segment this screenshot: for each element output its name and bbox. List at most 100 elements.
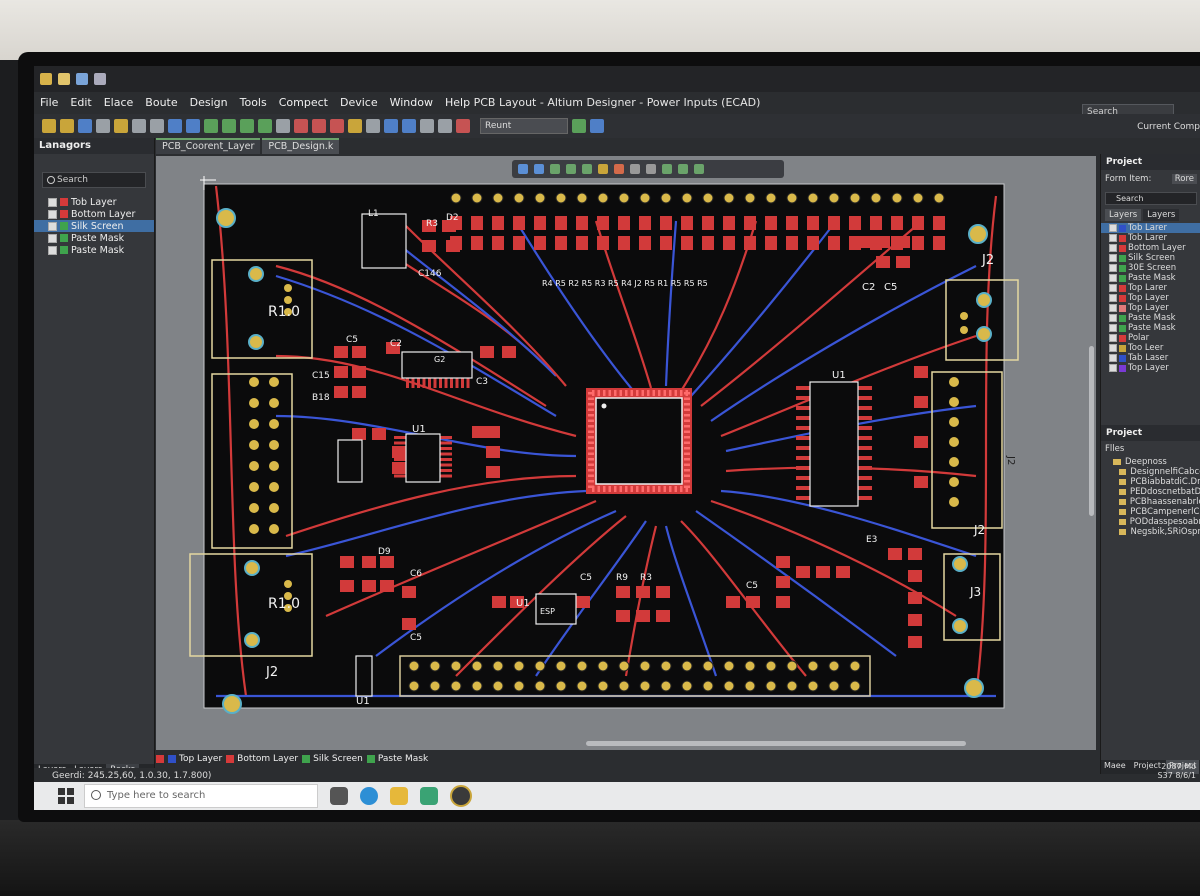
task-view-icon[interactable] [330,787,348,805]
visibility-checkbox[interactable] [48,221,57,231]
project-file-item[interactable]: PCBiabbatdiC.DnF [1101,477,1200,487]
undo-icon[interactable] [94,73,106,85]
right-layer-row[interactable]: Top Larer [1101,283,1200,293]
visibility-checkbox[interactable] [1109,274,1117,282]
visibility-checkbox[interactable] [1109,234,1117,242]
visibility-checkbox[interactable] [1109,264,1117,272]
windows-start-icon[interactable] [58,788,74,804]
new-icon[interactable] [42,119,56,133]
place-icon[interactable] [222,119,236,133]
project-file-item[interactable]: PCBCampenerlC.C [1101,507,1200,517]
visibility-checkbox[interactable] [1109,254,1117,262]
right-layer-row[interactable]: Top Layer [1101,303,1200,313]
right-layer-row[interactable]: Paste Mask [1101,313,1200,323]
undo-icon[interactable] [168,119,182,133]
layer-row[interactable]: Paste Mask [34,244,154,256]
right-layer-row[interactable]: 30E Screen [1101,263,1200,273]
right-layer-row[interactable]: Paste Mask [1101,273,1200,283]
altium-icon[interactable] [450,785,472,807]
component-icon[interactable] [240,119,254,133]
visibility-checkbox[interactable] [1109,354,1117,362]
vertical-scrollbar[interactable] [1089,346,1094,516]
project-file-item[interactable]: Deepnoss [1101,457,1200,467]
visibility-checkbox[interactable] [1109,224,1117,232]
layer-panel-tab[interactable]: Layers [1143,209,1180,221]
save-icon[interactable] [78,119,92,133]
track-icon[interactable] [294,119,308,133]
redo-icon[interactable] [186,119,200,133]
right-layer-row[interactable]: Tob Larer [1101,233,1200,243]
project-file-item[interactable]: Negsbik,SRiOspre [1101,527,1200,537]
tray-date[interactable]: S37 8/6/1 [1158,771,1196,780]
layer-tab[interactable]: Paste Mask [366,754,428,764]
right-layer-row[interactable]: Tab Laser [1101,353,1200,363]
copy-icon[interactable] [150,119,164,133]
visibility-checkbox[interactable] [48,197,57,207]
grid-icon[interactable] [258,119,272,133]
via-icon[interactable] [330,119,344,133]
select-icon[interactable] [276,119,290,133]
visibility-checkbox[interactable] [1109,304,1117,312]
edge-icon[interactable] [360,787,378,805]
tray-time[interactable]: 2087 Mo [1158,762,1196,771]
pad-icon[interactable] [348,119,362,133]
layer-row[interactable]: Paste Mask [34,232,154,244]
current-comp-label[interactable]: Current Comp [1137,122,1200,132]
layer-search-input[interactable]: Search [42,172,146,188]
cut-icon[interactable] [132,119,146,133]
help-icon[interactable] [590,119,604,133]
right-layer-row[interactable]: Paste Mask [1101,323,1200,333]
right-layer-row[interactable]: Top Layer [1101,363,1200,373]
visibility-checkbox[interactable] [1109,364,1117,372]
taskbar-search-input[interactable]: Type here to search [84,784,318,808]
project-file-item[interactable]: DesignnelfiCabcor [1101,467,1200,477]
store-icon[interactable] [420,787,438,805]
arc-icon[interactable] [312,119,326,133]
visibility-checkbox[interactable] [1109,334,1117,342]
mcu-chip[interactable] [595,397,683,485]
print-icon[interactable] [96,119,110,133]
right-layer-row[interactable]: Silk Screen [1101,253,1200,263]
save-icon[interactable] [76,73,88,85]
layer-row[interactable]: Tob Layer [34,196,154,208]
text-icon[interactable] [366,119,380,133]
open-folder-icon[interactable] [60,119,74,133]
settings-icon[interactable] [572,119,586,133]
project-file-item[interactable]: PODdasspesoabrGh [1101,517,1200,527]
open-icon[interactable] [58,73,70,85]
file-explorer-icon[interactable] [390,787,408,805]
pcb-canvas[interactable]: J2 J2 J2 J3 R1.0 R1.0 U1 U1 U1 U1 C5 C5 C5 C5 C2 C3 C15 B… [156,156,1096,750]
form-item-select[interactable]: Rore [1171,174,1197,184]
visibility-checkbox[interactable] [1109,344,1117,352]
right-layer-row[interactable]: Polar [1101,333,1200,343]
layer-row[interactable]: Silk Screen [34,220,154,232]
horizontal-scrollbar[interactable] [586,741,966,746]
visibility-checkbox[interactable] [48,233,57,243]
visibility-checkbox[interactable] [1109,314,1117,322]
align-icon[interactable] [438,119,452,133]
visibility-checkbox[interactable] [1109,284,1117,292]
document-tab[interactable]: PCB_Design.k [262,138,340,154]
polygon-icon[interactable] [402,119,416,133]
route-icon[interactable] [204,119,218,133]
bottom-tab[interactable]: Maee [1101,760,1129,774]
layer-panel-tab[interactable]: Layers [1105,209,1142,221]
drc-icon[interactable] [456,119,470,133]
right-layer-row[interactable]: Top Layer [1101,293,1200,303]
visibility-checkbox[interactable] [48,209,57,219]
document-icon[interactable] [114,119,128,133]
project-file-item[interactable]: PEDdoscnetbatDnh [1101,487,1200,497]
visibility-checkbox[interactable] [48,245,57,255]
route-mode-select[interactable]: Reunt [480,118,568,134]
dimension-icon[interactable] [384,119,398,133]
document-tab[interactable]: PCB_Coorent_Layer [156,138,261,154]
right-layer-row[interactable]: Tob Larer [1101,223,1200,233]
project-file-item[interactable]: PCBhaassenabrlcch [1101,497,1200,507]
layer-tab[interactable]: Bottom Layer [226,754,298,764]
measure-icon[interactable] [420,119,434,133]
layer-tab[interactable]: Silk Screen [302,754,363,764]
project-search-input[interactable]: Search [1105,192,1197,205]
visibility-checkbox[interactable] [1109,294,1117,302]
right-layer-row[interactable]: Bottom Layer [1101,243,1200,253]
visibility-checkbox[interactable] [1109,324,1117,332]
